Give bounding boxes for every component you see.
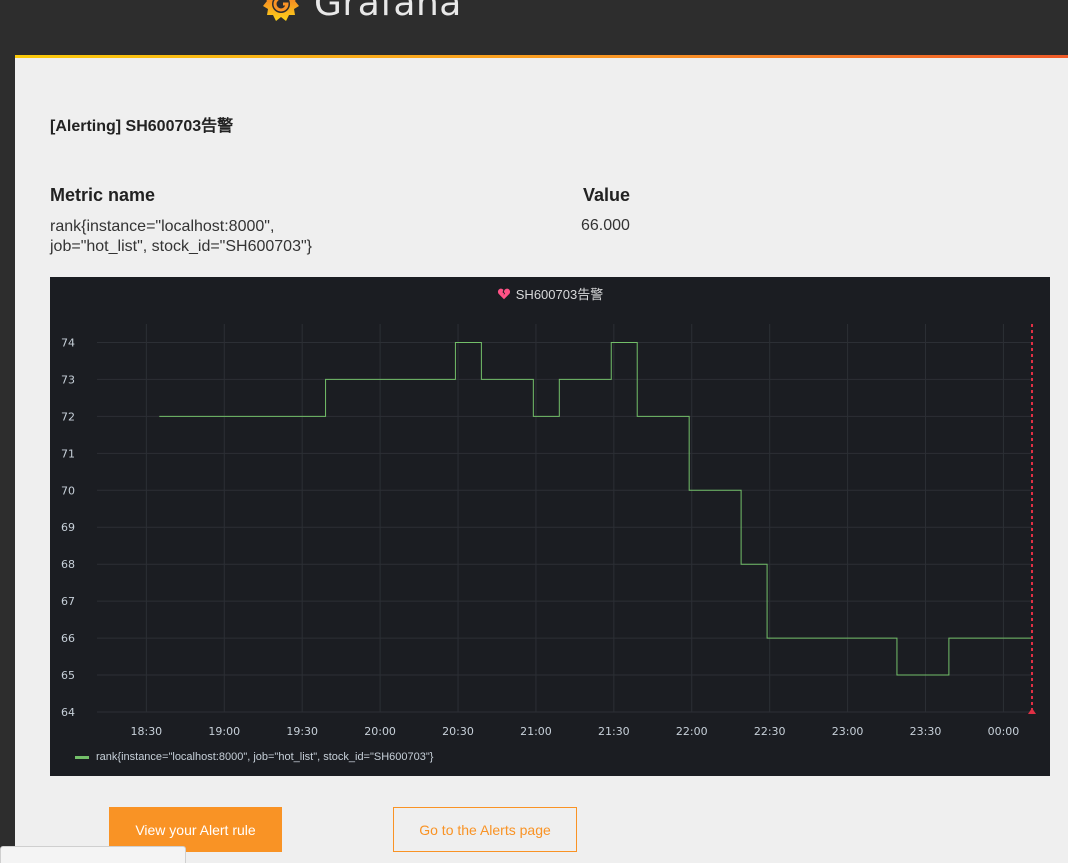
x-tick-label: 19:00 bbox=[208, 725, 240, 738]
y-tick-label: 71 bbox=[61, 447, 75, 460]
top-header-bar bbox=[0, 0, 1068, 56]
left-frame-strip bbox=[0, 56, 15, 863]
y-tick-label: 74 bbox=[61, 336, 75, 349]
x-tick-label: 20:30 bbox=[442, 725, 474, 738]
legend-series-label[interactable]: rank{instance="localhost:8000", job="hot… bbox=[96, 751, 433, 763]
y-tick-label: 67 bbox=[61, 595, 75, 608]
chart-legend[interactable]: rank{instance="localhost:8000", job="hot… bbox=[75, 751, 433, 763]
metric-name-header: Metric name bbox=[50, 185, 156, 205]
email-body: [Alerting] SH600703告警 Metric name Value … bbox=[15, 58, 1068, 863]
metric-value: 66.000 bbox=[581, 217, 630, 234]
metric-name-value: rank{instance="localhost:8000", job="hot… bbox=[50, 218, 312, 255]
legend-swatch bbox=[75, 755, 89, 759]
y-tick-label: 68 bbox=[61, 558, 75, 571]
y-tick-label: 69 bbox=[61, 521, 75, 534]
x-tick-label: 23:00 bbox=[832, 725, 864, 738]
panel-title: SH600703告警 bbox=[50, 284, 1050, 303]
y-tick-label: 73 bbox=[61, 373, 75, 386]
x-tick-label: 21:30 bbox=[598, 725, 630, 738]
value-header: Value bbox=[583, 185, 631, 205]
x-tick-label: 22:00 bbox=[676, 725, 708, 738]
panel-title-text: SH600703告警 bbox=[515, 287, 604, 302]
brand-name: Grafana bbox=[314, 0, 462, 24]
graph-canvas: 64 65 66 67 68 69 70 71 72 73 74 18:30 19:00 19:30 20:… bbox=[61, 324, 1036, 738]
x-tick-label: 23:30 bbox=[910, 725, 942, 738]
brand: Grafana bbox=[258, 0, 462, 24]
alert-marker-triangle bbox=[1028, 708, 1036, 714]
y-tick-label: 64 bbox=[61, 706, 75, 719]
y-tick-label: 66 bbox=[61, 632, 75, 645]
x-tick-label: 20:00 bbox=[364, 725, 396, 738]
x-tick-label: 00:00 bbox=[988, 725, 1020, 738]
x-tick-label: 21:00 bbox=[520, 725, 552, 738]
x-tick-label: 18:30 bbox=[130, 725, 162, 738]
graph-panel: 64 65 66 67 68 69 70 71 72 73 74 18:30 19:00 19:30 20:… bbox=[50, 277, 1050, 776]
y-tick-label: 70 bbox=[61, 484, 75, 497]
y-tick-label: 72 bbox=[61, 410, 75, 423]
bottom-tab-edge bbox=[0, 846, 186, 863]
series-line bbox=[159, 341, 1032, 676]
x-tick-label: 19:30 bbox=[286, 725, 318, 738]
alert-title: [Alerting] SH600703告警 bbox=[50, 118, 234, 135]
y-tick-label: 65 bbox=[61, 669, 75, 682]
alerts-page-button[interactable]: Go to the Alerts page bbox=[393, 807, 577, 852]
broken-heart-icon bbox=[497, 288, 510, 299]
grafana-logo-icon bbox=[263, 0, 299, 21]
x-tick-label: 22:30 bbox=[754, 725, 786, 738]
